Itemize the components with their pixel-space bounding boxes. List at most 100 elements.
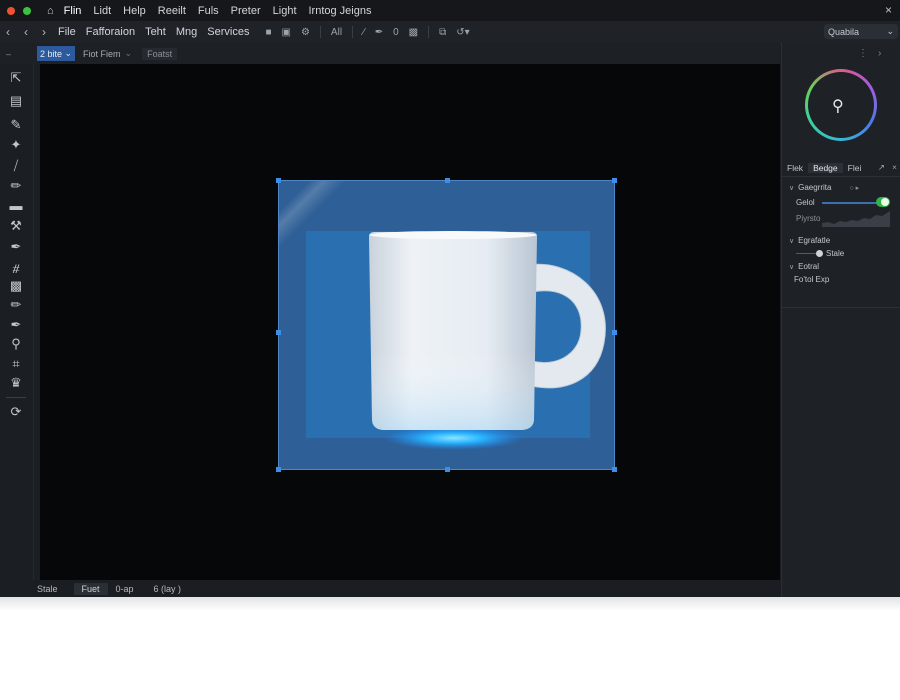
rotate-icon[interactable]: ⟳ [7, 404, 25, 420]
folder-icon[interactable]: ■ [265, 27, 271, 38]
forward-icon[interactable]: › [42, 25, 46, 39]
app-toolbar: ‹ ‹ › File Fafforaion Teht Mng Services … [0, 21, 900, 44]
move-icon[interactable]: ⇱ [7, 70, 25, 86]
menu-fafforaion[interactable]: Fafforaion [86, 26, 135, 38]
settings-icon[interactable]: ⚙ [301, 27, 310, 38]
transform-handle[interactable] [612, 178, 617, 183]
chevron-down-icon: ⌄ [124, 48, 133, 58]
transform-handle[interactable] [276, 330, 281, 335]
blur-icon[interactable]: ✒ [7, 317, 25, 333]
row-label: Stale [826, 249, 845, 258]
close-icon[interactable]: × [885, 3, 892, 17]
menu-item-jeigns[interactable]: Irntog Jeigns [309, 5, 372, 17]
chevron-down-icon: ∨ [789, 237, 795, 245]
right-panel: ⋮ › ⚲ Flek Bedge Flei ↗ × ∨ Gaegrrita ○ … [781, 43, 900, 597]
section-title: Egrafatle [798, 236, 831, 245]
close-window-dot[interactable] [7, 6, 15, 15]
stamp-icon[interactable]: ✒ [7, 239, 25, 255]
option-box[interactable]: Foatst [142, 47, 178, 60]
menu-item-flin[interactable]: Flin [64, 5, 82, 17]
gelol-toggle[interactable] [876, 197, 890, 207]
section-gaegrrita[interactable]: ∨ Gaegrrita ○ ▸ [789, 183, 859, 192]
copy-icon[interactable]: ⧉ [439, 27, 446, 38]
selected-layer-bounds[interactable] [276, 178, 617, 472]
transform-handle[interactable] [445, 178, 450, 183]
back-icon-2[interactable]: ‹ [24, 25, 28, 39]
link-icon[interactable]: ○ ▸ [849, 184, 859, 192]
layers-icon[interactable]: ▣ [282, 27, 291, 38]
lasso-icon[interactable]: ✎ [7, 117, 25, 133]
history-icon[interactable]: ↺▾ [456, 27, 469, 38]
row-export[interactable]: Fo'tol Exp [794, 275, 829, 284]
menu-services[interactable]: Services [207, 26, 249, 38]
document-canvas[interactable] [40, 64, 780, 580]
pen-tool-icon[interactable]: ∕ [363, 27, 365, 38]
color-picker-icon[interactable]: ⚲ [832, 96, 844, 116]
home-icon[interactable]: ⌂ [47, 5, 54, 17]
all-button[interactable]: All [331, 27, 342, 38]
row-label: Piyrsto [796, 214, 821, 223]
mug-handle [528, 263, 606, 389]
close-icon[interactable]: × [892, 162, 897, 173]
menu-file[interactable]: File [58, 26, 76, 38]
gradient-icon[interactable]: ✏ [7, 297, 25, 313]
brush-icon[interactable]: ⚒ [7, 218, 25, 234]
menu-item-preter[interactable]: Preter [231, 5, 261, 17]
panel-collapse-icon[interactable]: › [878, 48, 881, 59]
transform-handle[interactable] [276, 178, 281, 183]
option-item-label: Fiot Fiem [83, 48, 121, 59]
magic-wand-icon[interactable]: ✦ [7, 137, 25, 153]
status-tab[interactable]: Fuet [73, 582, 108, 595]
option-item[interactable]: Fiot Fiem ⌄ [83, 48, 132, 59]
transform-handle[interactable] [276, 467, 281, 472]
zoom-window-dot[interactable] [23, 6, 31, 15]
brush-tool-icon[interactable]: ✒ [375, 27, 383, 38]
menu-teht[interactable]: Teht [145, 26, 166, 38]
dodge-icon[interactable]: ⚲ [7, 336, 25, 352]
collapse-icon[interactable]: – [6, 49, 11, 59]
menu-item-fuls[interactable]: Fuls [198, 5, 219, 17]
gelol-slider[interactable] [822, 202, 884, 204]
toolbar-icons: ■ ▣ ⚙ All ∕ ✒ 0 ▩ ⧉ ↺▾ [265, 26, 470, 38]
menu-mng[interactable]: Mng [176, 26, 197, 38]
color-wheel[interactable]: ⚲ [805, 69, 877, 141]
image-icon[interactable]: ▩ [409, 27, 418, 38]
pen-icon[interactable]: ⌗ [7, 356, 25, 372]
tool-divider [6, 397, 26, 398]
transform-handle[interactable] [612, 467, 617, 472]
mode-dropdown[interactable]: 2 bite ⌄ [37, 46, 76, 61]
crop-icon[interactable]: ⧸ [7, 158, 25, 174]
toolbar-divider [319, 26, 321, 38]
heal-icon[interactable]: ▬ [7, 198, 25, 214]
chevron-down-icon: ∨ [789, 263, 795, 271]
transform-handle[interactable] [612, 330, 617, 335]
section-eotral[interactable]: ∨ Eotral [789, 262, 819, 271]
marquee-icon[interactable]: ▤ [7, 93, 25, 109]
chevron-down-icon: ⌄ [886, 26, 894, 36]
history-brush-icon[interactable]: ⧣ [7, 260, 25, 276]
tab-flei[interactable]: Flei [843, 163, 867, 173]
section-egrafatle[interactable]: ∨ Egrafatle [789, 236, 830, 245]
menu-item-help[interactable]: Help [123, 5, 146, 17]
scale-slider-knob[interactable] [816, 250, 823, 257]
quality-select-label: Quabila [828, 26, 860, 37]
menu-item-reeilt[interactable]: Reeilt [158, 5, 186, 17]
status-bar: Stale Fuet 0-ap 6 (lay ) [33, 580, 781, 597]
options-bar: – 2 bite ⌄ Fiot Fiem ⌄ Foatst [0, 43, 780, 64]
quality-select[interactable]: Quabila ⌄ [824, 24, 898, 39]
section-title: Eotral [798, 262, 820, 271]
menu-item-light[interactable]: Light [273, 5, 297, 17]
back-icon[interactable]: ‹ [6, 25, 10, 39]
transform-handle[interactable] [445, 467, 450, 472]
panel-tab-icons: ↗ × [878, 162, 900, 173]
eraser-icon[interactable]: ▩ [7, 278, 25, 294]
eyedropper-icon[interactable]: ✏ [7, 178, 25, 194]
menu-item-lidt[interactable]: Lidt [93, 5, 111, 17]
tab-bedge[interactable]: Bedge [808, 162, 843, 173]
type-icon[interactable]: ♛ [7, 375, 25, 391]
zero-button[interactable]: 0 [393, 27, 399, 38]
expand-icon[interactable]: ↗ [878, 162, 885, 173]
panel-menu-icon[interactable]: ⋮ [858, 48, 868, 59]
tab-flek[interactable]: Flek [782, 163, 808, 173]
nav-arrows: ‹ ‹ › [6, 25, 46, 39]
